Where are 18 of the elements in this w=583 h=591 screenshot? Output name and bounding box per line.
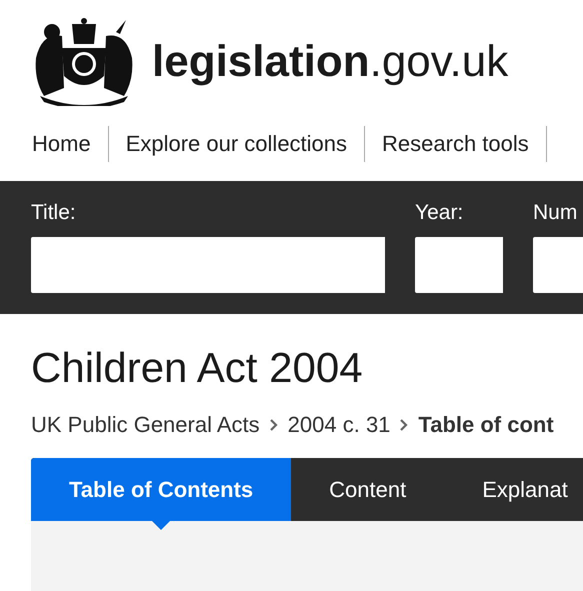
tab[interactable]: Table of Contents — [31, 458, 292, 521]
site-logo-text[interactable]: legislation.gov.uk — [152, 37, 508, 87]
page-title: Children Act 2004 — [31, 344, 364, 392]
tab[interactable]: Content — [291, 458, 444, 521]
field-label: Num — [533, 201, 578, 225]
nav-link[interactable]: Home — [31, 126, 108, 162]
nav-link[interactable]: Explore our collections — [108, 126, 364, 162]
breadcrumb-link[interactable]: Table of cont — [418, 412, 554, 438]
field-label: Year: — [415, 201, 464, 225]
chevron-icon — [270, 419, 278, 431]
breadcrumb-link[interactable]: UK Public General Acts — [31, 412, 260, 438]
search-field[interactable] — [31, 237, 385, 293]
breadcrumb-link[interactable]: 2004 c. 31 — [288, 412, 390, 438]
field-label: Title: — [31, 201, 77, 225]
search-field[interactable] — [415, 237, 503, 293]
search-field[interactable] — [533, 237, 583, 293]
chevron-icon — [400, 419, 408, 431]
tab[interactable]: Explanat — [444, 458, 583, 521]
